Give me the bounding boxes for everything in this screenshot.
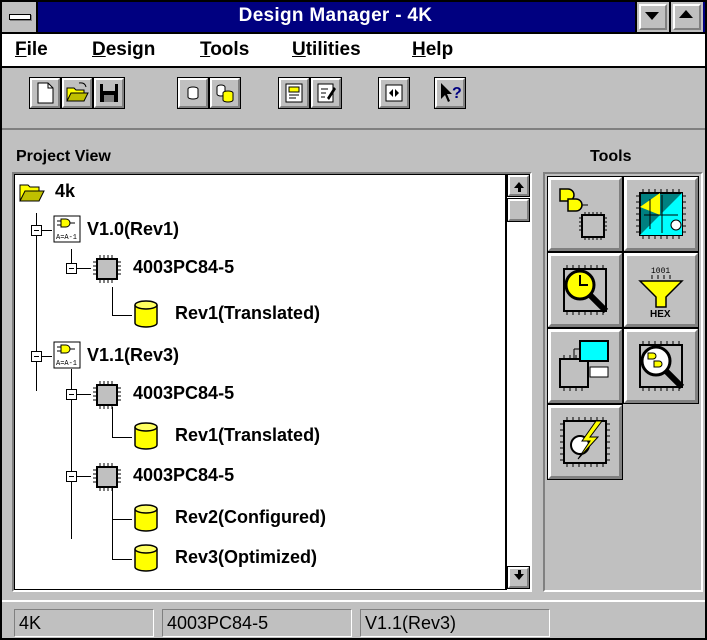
tool-timing-analyzer-button[interactable] — [547, 252, 623, 328]
menu-utilities[interactable]: Utilities — [292, 39, 361, 61]
timing-magnifier-icon — [563, 265, 609, 315]
tree-node-v11-rev2[interactable]: Rev2(Configured) — [175, 507, 326, 528]
menu-file[interactable]: File — [15, 39, 48, 61]
arrow-down-icon — [514, 570, 524, 580]
chip-icon — [93, 381, 121, 409]
revision-cylinder-icon — [134, 504, 158, 532]
project-view-label: Project View — [16, 148, 111, 165]
collapse-v10-device-toggle[interactable] — [66, 263, 77, 274]
maximize-button[interactable] — [669, 2, 703, 32]
tree-node-v11[interactable]: V1.1(Rev3) — [87, 345, 179, 366]
tree-node-v10-rev1[interactable]: Rev1(Translated) — [175, 303, 320, 324]
chip-computer-icon — [559, 340, 609, 391]
edit-properties-button[interactable] — [278, 77, 310, 109]
tools-label: Tools — [590, 148, 632, 165]
navigate-button[interactable] — [378, 77, 410, 109]
tool-hardware-debugger-button[interactable] — [547, 328, 623, 404]
svg-text:1001: 1001 — [651, 267, 670, 276]
open-folder-icon — [19, 184, 45, 202]
tree-scrollbar[interactable] — [506, 174, 530, 590]
tool-flow-engine-button[interactable] — [623, 176, 699, 252]
scroll-thumb[interactable] — [507, 198, 530, 222]
chip-icon — [93, 255, 121, 283]
hex-funnel-icon: 1001 HEX — [638, 267, 684, 319]
system-menu-button[interactable] — [2, 2, 38, 32]
new-document-icon — [37, 82, 54, 104]
menu-bar: File Design Tools Utilities Help — [2, 34, 705, 68]
svg-text:?: ? — [452, 85, 462, 102]
status-project: 4K — [14, 609, 154, 637]
status-bar: 4K 4003PC84-5 V1.1(Rev3) — [2, 600, 705, 638]
tree-node-v11-rev3[interactable]: Rev3(Optimized) — [175, 547, 317, 568]
tree-node-v11-rev1[interactable]: Rev1(Translated) — [175, 425, 320, 446]
menu-help[interactable]: Help — [412, 39, 453, 61]
tool-prom-file-formatter-button[interactable]: 1001 HEX — [623, 252, 699, 328]
collapse-v11-device1-toggle[interactable] — [66, 389, 77, 400]
collapse-v11-toggle[interactable] — [31, 351, 42, 362]
revision-cylinder-icon — [134, 300, 158, 328]
system-menu-icon — [9, 14, 31, 20]
tools-panel: 1001 HEX — [543, 172, 703, 592]
chip-lightning-icon — [560, 417, 610, 467]
tree-node-v10-device[interactable]: 4003PC84-5 — [133, 257, 234, 278]
scroll-down-button[interactable] — [507, 566, 530, 589]
navigate-arrows-icon — [385, 84, 403, 102]
tree-node-v10[interactable]: V1.0(Rev1) — [87, 219, 179, 240]
tree-node-v11-device2[interactable]: 4003PC84-5 — [133, 465, 234, 486]
menu-design[interactable]: Design — [92, 39, 155, 61]
floppy-disk-icon — [100, 84, 118, 102]
status-version: V1.1(Rev3) — [360, 609, 550, 637]
maximize-icon — [679, 10, 693, 18]
new-version-button[interactable] — [177, 77, 209, 109]
tree-node-v11-device1[interactable]: 4003PC84-5 — [133, 383, 234, 404]
tool-design-entry-button[interactable] — [547, 176, 623, 252]
menu-tools[interactable]: Tools — [200, 39, 249, 61]
help-pointer-icon: ? — [441, 83, 462, 102]
tool-simulator-button[interactable] — [623, 328, 699, 404]
notes-pencil-icon — [317, 83, 336, 103]
chip-layout-icon — [636, 189, 686, 239]
context-help-button[interactable]: ? — [434, 77, 466, 109]
collapse-v10-toggle[interactable] — [31, 225, 42, 236]
new-revision-button[interactable] — [209, 77, 241, 109]
revision-cylinder-icon — [134, 544, 158, 572]
save-project-button[interactable] — [93, 77, 125, 109]
title-bar[interactable]: Design Manager - 4K — [2, 2, 705, 34]
collapse-v11-device2-toggle[interactable] — [66, 471, 77, 482]
open-folder-icon — [66, 82, 89, 102]
revision-cylinder-icon — [134, 422, 158, 450]
edit-notes-button[interactable] — [310, 77, 342, 109]
svg-text:A=A-1: A=A-1 — [56, 234, 77, 242]
minimize-icon — [645, 12, 659, 20]
chip-icon — [93, 463, 121, 491]
revision-cylinders-icon — [216, 84, 234, 103]
design-manager-window: Design Manager - 4K File Design Tools Ut… — [0, 0, 707, 640]
version-schematic-icon: A=A-1 — [53, 341, 81, 369]
toolbar: ? — [2, 68, 705, 130]
arrow-up-icon — [514, 182, 524, 192]
tree-root-4k[interactable]: 4k — [55, 181, 75, 202]
svg-text:A=A-1: A=A-1 — [56, 360, 77, 368]
open-project-button[interactable] — [61, 77, 93, 109]
window-title: Design Manager - 4K — [238, 5, 433, 26]
minimize-button[interactable] — [635, 2, 669, 32]
version-schematic-icon: A=A-1 — [53, 215, 81, 243]
properties-page-icon — [285, 83, 303, 103]
gates-to-chip-icon — [559, 188, 607, 240]
svg-text:HEX: HEX — [650, 309, 671, 319]
tool-download-button[interactable] — [547, 404, 623, 480]
new-project-button[interactable] — [29, 77, 61, 109]
status-device: 4003PC84-5 — [162, 609, 352, 637]
project-tree[interactable]: 4k A=A-1 V1.0(Rev1) 4003PC84-5 Rev1(Tran… — [12, 172, 532, 592]
version-cylinder-icon — [187, 86, 199, 100]
scroll-up-button[interactable] — [507, 174, 530, 197]
simulation-magnifier-icon — [639, 341, 685, 391]
